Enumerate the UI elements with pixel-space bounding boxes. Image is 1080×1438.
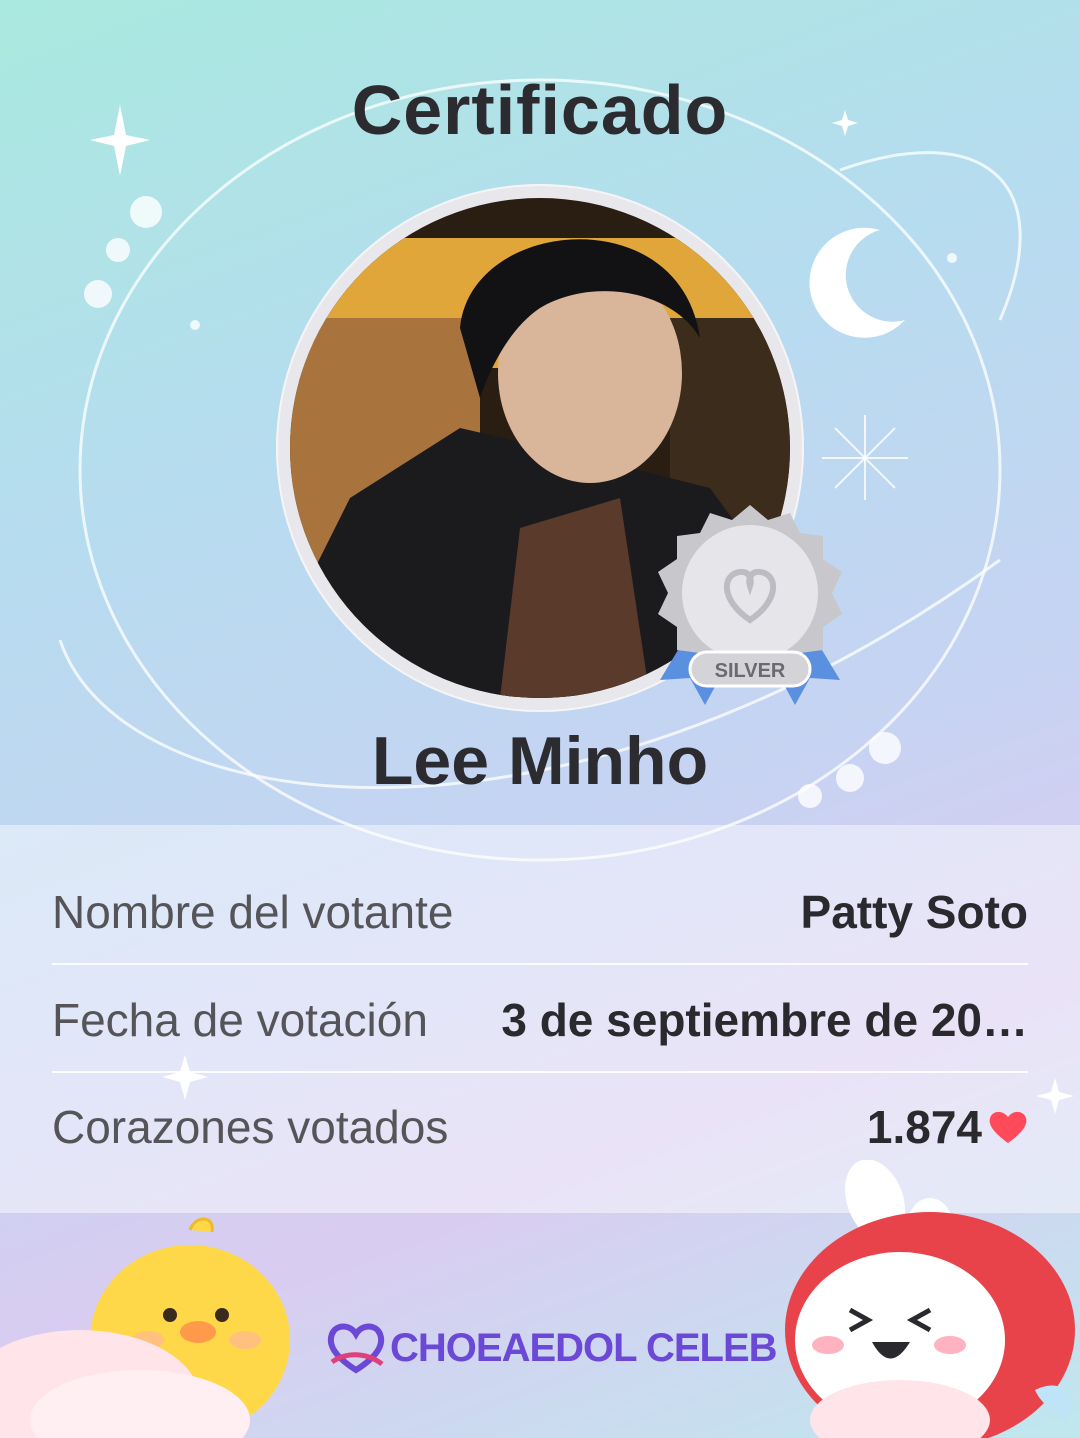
- brand-name: CHOEAEDOL CELEB: [390, 1325, 778, 1370]
- bunny-character-illustration: [785, 1160, 1075, 1438]
- svg-text:SILVER: SILVER: [715, 660, 786, 682]
- date-row: Fecha de votación 3 de septiembre de 20…: [52, 966, 1028, 1073]
- voter-value: Patty Soto: [800, 885, 1028, 938]
- brand-logo: CHOEAEDOL CELEB: [326, 1318, 778, 1378]
- voter-label: Nombre del votante: [52, 885, 454, 938]
- voter-row: Nombre del votante Patty Soto: [52, 858, 1028, 965]
- chick-character-illustration: [0, 1217, 290, 1438]
- brand-heart-icon: [327, 1323, 385, 1374]
- artist-name: Lee Minho: [371, 723, 709, 799]
- moon-icon: [809, 227, 905, 338]
- divider: [52, 963, 1028, 965]
- silver-medal-badge: SILVER: [658, 505, 842, 705]
- date-value: 3 de septiembre de 20…: [501, 993, 1028, 1046]
- hearts-value-group: 1.874: [867, 1100, 1028, 1154]
- hearts-value: 1.874: [866, 1100, 982, 1153]
- hearts-label: Corazones votados: [52, 1100, 449, 1153]
- heart-icon: [989, 1111, 1027, 1143]
- date-label: Fecha de votación: [52, 993, 428, 1046]
- certificate-title: Certificado: [351, 71, 729, 149]
